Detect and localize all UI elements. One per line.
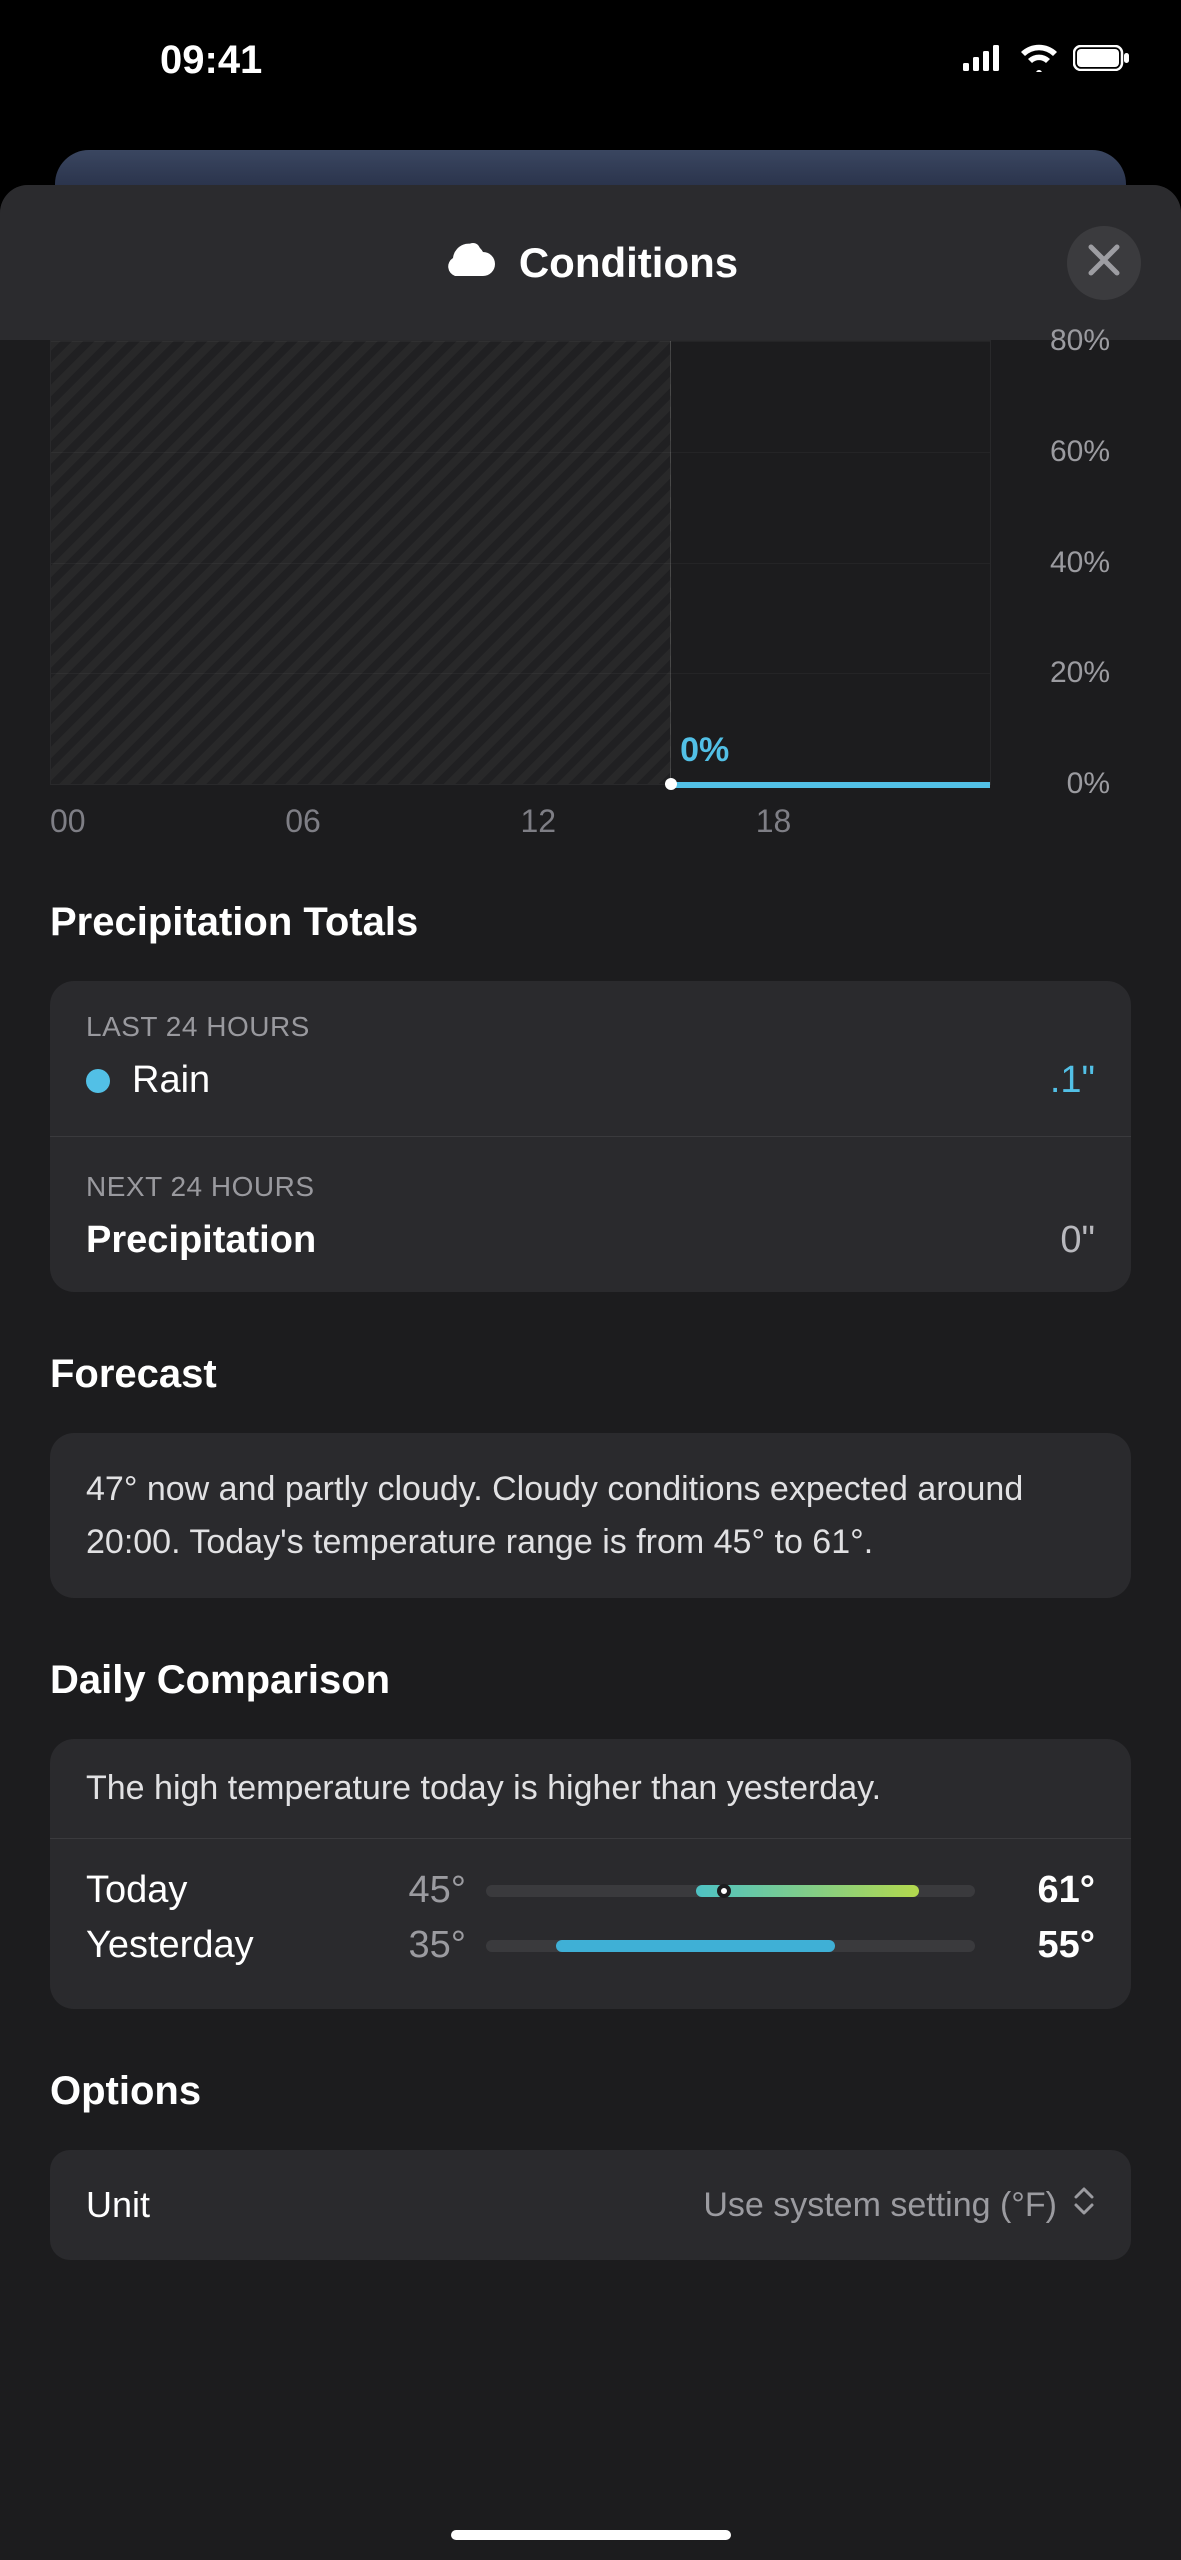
x-tick: 18 xyxy=(756,803,991,840)
forecast-card: 47° now and partly cloudy. Cloudy condit… xyxy=(50,1433,1131,1598)
comparison-summary: The high temperature today is higher tha… xyxy=(50,1769,1131,1839)
daily-comparison-card: The high temperature today is higher tha… xyxy=(50,1739,1131,2009)
chart-current-label: 0% xyxy=(680,731,729,770)
divider xyxy=(50,1136,1131,1137)
temp-range-bar xyxy=(486,1940,975,1952)
next-precip-value: 0" xyxy=(1060,1219,1095,1262)
forecast-section: Forecast 47° now and partly cloudy. Clou… xyxy=(0,1352,1181,1598)
y-tick: 0% xyxy=(1067,767,1110,801)
precipitation-totals-section: Precipitation Totals LAST 24 HOURS Rain … xyxy=(0,900,1181,1292)
unit-label: Unit xyxy=(86,2184,150,2226)
status-bar: 09:41 xyxy=(0,0,1181,100)
rain-dot-icon xyxy=(86,1069,110,1093)
section-title: Precipitation Totals xyxy=(50,900,1131,945)
daily-comparison-section: Daily Comparison The high temperature to… xyxy=(0,1658,1181,2009)
unit-value: Use system setting (°F) xyxy=(703,2186,1057,2225)
section-title: Forecast xyxy=(50,1352,1131,1397)
y-tick: 80% xyxy=(1050,324,1110,358)
comparison-day-label: Yesterday xyxy=(86,1924,346,1967)
temp-range-fill xyxy=(556,1940,835,1952)
conditions-sheet: Conditions 80% 60% 40% 20% 0% 0% 00 06 xyxy=(0,185,1181,2560)
x-tick: 12 xyxy=(521,803,756,840)
comparison-low: 45° xyxy=(366,1869,466,1912)
forecast-text: 47° now and partly cloudy. Cloudy condit… xyxy=(86,1463,1095,1568)
cellular-signal-icon xyxy=(963,45,1005,76)
x-tick: 06 xyxy=(285,803,520,840)
cloud-icon xyxy=(443,240,499,285)
section-title: Daily Comparison xyxy=(50,1658,1131,1703)
backdrop-card xyxy=(55,150,1126,190)
selector-updown-icon xyxy=(1073,2185,1095,2226)
close-icon xyxy=(1087,239,1121,287)
next-precip-row: Precipitation 0" xyxy=(86,1219,1095,1262)
rain-value: .1" xyxy=(1050,1059,1095,1102)
rain-row: Rain .1" xyxy=(86,1059,1095,1102)
comparison-high: 61° xyxy=(995,1869,1095,1912)
sheet-header: Conditions xyxy=(0,185,1181,340)
precipitation-chart[interactable]: 80% 60% 40% 20% 0% 0% 00 06 12 18 xyxy=(50,340,1131,840)
temp-range-bar xyxy=(486,1885,975,1897)
next-24h-label: NEXT 24 HOURS xyxy=(86,1171,1095,1203)
comparison-row-yesterday: Yesterday 35° 55° xyxy=(86,1924,1095,1967)
chart-plot: 80% 60% 40% 20% 0% 0% xyxy=(50,340,991,785)
comparison-day-label: Today xyxy=(86,1869,346,1912)
chart-current-line xyxy=(671,782,990,788)
wifi-icon xyxy=(1019,44,1059,77)
close-button[interactable] xyxy=(1067,226,1141,300)
section-title: Options xyxy=(50,2069,1131,2114)
x-axis: 00 06 12 18 xyxy=(50,803,991,840)
y-tick: 40% xyxy=(1050,546,1110,580)
status-time: 09:41 xyxy=(160,38,262,83)
y-tick: 60% xyxy=(1050,435,1110,469)
next-precip-name: Precipitation xyxy=(86,1219,316,1262)
status-icons xyxy=(963,44,1131,77)
last-24h-label: LAST 24 HOURS xyxy=(86,1011,1095,1043)
comparison-row-today: Today 45° 61° xyxy=(86,1869,1095,1912)
battery-icon xyxy=(1073,45,1131,76)
rain-name: Rain xyxy=(132,1059,210,1102)
current-temp-dot xyxy=(717,1884,731,1898)
y-tick: 20% xyxy=(1050,656,1110,690)
comparison-high: 55° xyxy=(995,1924,1095,1967)
precipitation-totals-card: LAST 24 HOURS Rain .1" NEXT 24 HOURS Pre… xyxy=(50,981,1131,1292)
chart-current-dot xyxy=(665,778,677,790)
unit-option-row[interactable]: Unit Use system setting (°F) xyxy=(50,2150,1131,2260)
sheet-title: Conditions xyxy=(519,239,738,287)
options-section: Options Unit Use system setting (°F) xyxy=(0,2069,1181,2260)
comparison-low: 35° xyxy=(366,1924,466,1967)
home-indicator[interactable] xyxy=(451,2530,731,2540)
x-tick: 00 xyxy=(50,803,285,840)
